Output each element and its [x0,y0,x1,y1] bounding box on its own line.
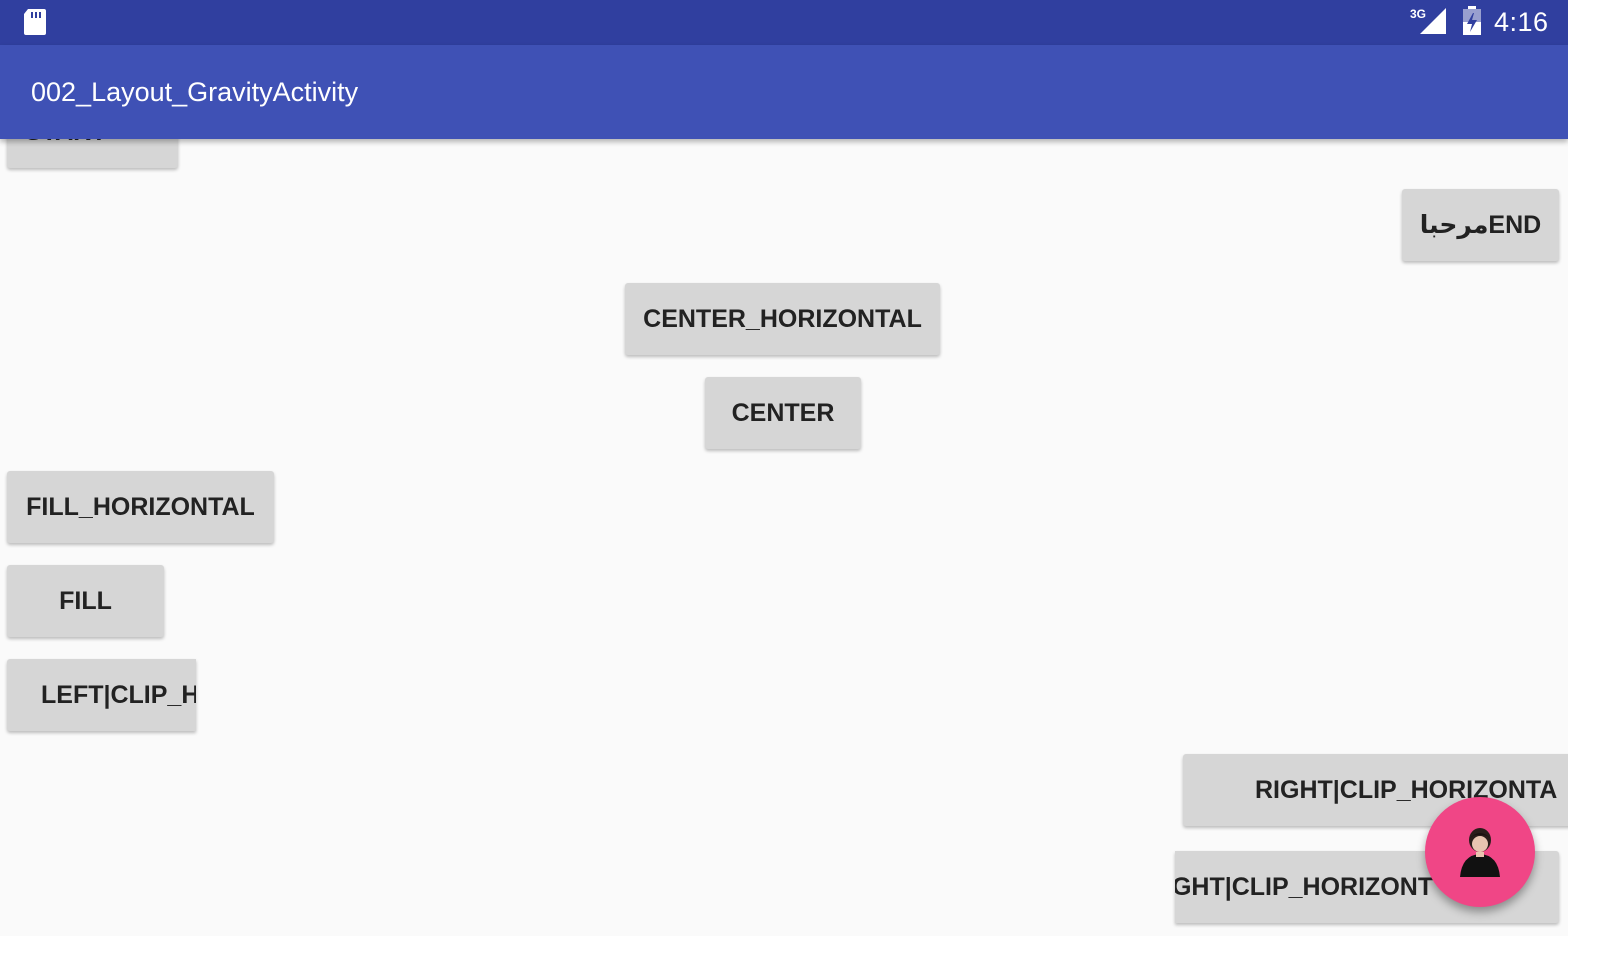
center-horizontal-button-label: CENTER_HORIZONTAL [643,304,922,333]
right-clip-horizontal-button-label: RIGHT|CLIP_HORIZONTA [1255,775,1558,804]
left-clip-horizontal-button[interactable]: LEFT|CLIP_H [7,659,196,731]
app-bar: 002_Layout_GravityActivity [0,45,1568,139]
center-button-label: CENTER [731,398,835,427]
center-button[interactable]: CENTER [705,377,861,449]
page-title: 002_Layout_GravityActivity [31,77,359,107]
fill-button[interactable]: FILL [7,565,164,637]
bottom-margin [0,936,1602,956]
svg-text:3G: 3G [1410,7,1426,21]
app-screen: 3G 4:16 START 002_Layout_GravityActivity… [0,0,1568,936]
person-avatar-icon [1460,828,1500,877]
status-clock: 4:16 [1494,7,1549,37]
clip-horizontal-button-label: IGHT|CLIP_HORIZONT [1175,872,1434,901]
battery-charging-icon [1463,6,1481,35]
fill-horizontal-button[interactable]: FILL_HORIZONTAL [7,471,274,543]
sd-card-icon [24,9,46,35]
cell-signal-icon: 3G [1410,7,1446,34]
fill-button-label: FILL [59,586,112,615]
center-horizontal-button[interactable]: CENTER_HORIZONTAL [625,283,940,355]
floating-action-button[interactable] [1425,797,1535,907]
end-button[interactable]: مرحباEND [1402,189,1559,261]
status-bar: 3G 4:16 [0,0,1568,45]
right-margin [1568,0,1602,956]
fill-horizontal-button-label: FILL_HORIZONTAL [26,492,255,521]
left-clip-horizontal-button-label: LEFT|CLIP_H [41,680,196,709]
end-button-label: مرحباEND [1419,211,1542,239]
